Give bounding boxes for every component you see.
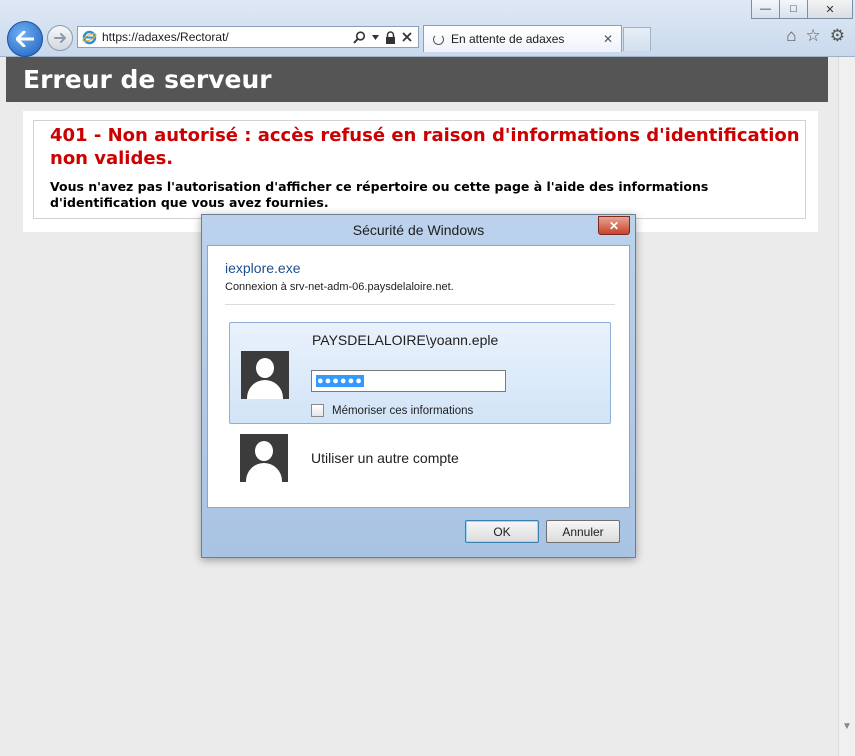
page-header: Erreur de serveur bbox=[6, 57, 828, 102]
loading-spinner-icon bbox=[433, 33, 444, 45]
user-avatar-icon bbox=[241, 351, 289, 399]
connection-text: Connexion à srv-net-adm-06.paysdelaloire… bbox=[225, 281, 454, 293]
windows-security-dialog: Sécurité de Windows ✕ iexplore.exe Conne… bbox=[201, 214, 636, 558]
window-close-button[interactable]: ✕ bbox=[807, 0, 853, 19]
user-avatar-icon bbox=[240, 434, 288, 482]
username-label: PAYSDELALOIRE\yoann.eple bbox=[312, 332, 499, 348]
scroll-down-arrow-icon[interactable]: ▼ bbox=[842, 721, 852, 732]
other-account-tile[interactable]: Utiliser un autre compte bbox=[229, 430, 611, 490]
new-tab-button[interactable] bbox=[623, 27, 651, 51]
forward-arrow-icon bbox=[54, 33, 66, 43]
chevron-down-icon[interactable] bbox=[372, 34, 379, 40]
divider bbox=[225, 304, 615, 305]
app-name: iexplore.exe bbox=[225, 260, 301, 276]
ie-logo-icon bbox=[82, 30, 97, 44]
error-title: 401 - Non autorisé : accès refusé en rai… bbox=[50, 125, 800, 169]
lock-icon[interactable] bbox=[385, 30, 396, 44]
window-controls: — □ ✕ bbox=[751, 0, 853, 19]
settings-gear-icon[interactable]: ⚙ bbox=[830, 27, 845, 45]
favorites-star-icon[interactable]: ☆ bbox=[806, 27, 821, 45]
maximize-button[interactable]: □ bbox=[779, 0, 808, 19]
browser-chrome: — □ ✕ https://adaxes/Rectorat/ En attent… bbox=[0, 0, 855, 57]
credential-tile-selected[interactable]: PAYSDELALOIRE\yoann.eple ●●●●●● Mémorise… bbox=[229, 322, 611, 424]
remember-checkbox[interactable] bbox=[311, 404, 324, 417]
cancel-button[interactable]: Annuler bbox=[546, 520, 620, 543]
dialog-body: iexplore.exe Connexion à srv-net-adm-06.… bbox=[207, 245, 630, 508]
error-description: Vous n'avez pas l'autorisation d'affiche… bbox=[50, 179, 709, 210]
tab-close-icon[interactable]: ✕ bbox=[603, 32, 613, 46]
stop-icon[interactable] bbox=[402, 32, 412, 42]
password-mask: ●●●●●● bbox=[316, 375, 364, 387]
error-box: 401 - Non autorisé : accès refusé en rai… bbox=[33, 120, 806, 219]
address-tools bbox=[353, 30, 412, 44]
dialog-close-button[interactable]: ✕ bbox=[598, 216, 630, 235]
minimize-button[interactable]: — bbox=[751, 0, 780, 19]
other-account-label: Utiliser un autre compte bbox=[311, 450, 459, 466]
dialog-title: Sécurité de Windows bbox=[352, 222, 485, 238]
vertical-scrollbar[interactable]: ▼ bbox=[838, 57, 855, 756]
back-arrow-icon bbox=[16, 31, 34, 47]
ok-button[interactable]: OK bbox=[465, 520, 539, 543]
tab-label: En attente de adaxes bbox=[451, 32, 565, 46]
tab-active[interactable]: En attente de adaxes ✕ bbox=[423, 25, 622, 52]
back-button[interactable] bbox=[7, 21, 43, 57]
url-text: https://adaxes/Rectorat/ bbox=[102, 30, 229, 44]
search-icon[interactable] bbox=[353, 30, 366, 44]
home-icon[interactable]: ⌂ bbox=[786, 27, 796, 45]
remember-label: Mémoriser ces informations bbox=[332, 404, 474, 417]
remember-option[interactable]: Mémoriser ces informations bbox=[311, 404, 473, 417]
toolbar-icons: ⌂ ☆ ⚙ bbox=[786, 27, 845, 45]
password-field[interactable]: ●●●●●● bbox=[311, 370, 506, 392]
forward-button[interactable] bbox=[47, 25, 73, 51]
address-bar[interactable]: https://adaxes/Rectorat/ bbox=[77, 26, 419, 48]
